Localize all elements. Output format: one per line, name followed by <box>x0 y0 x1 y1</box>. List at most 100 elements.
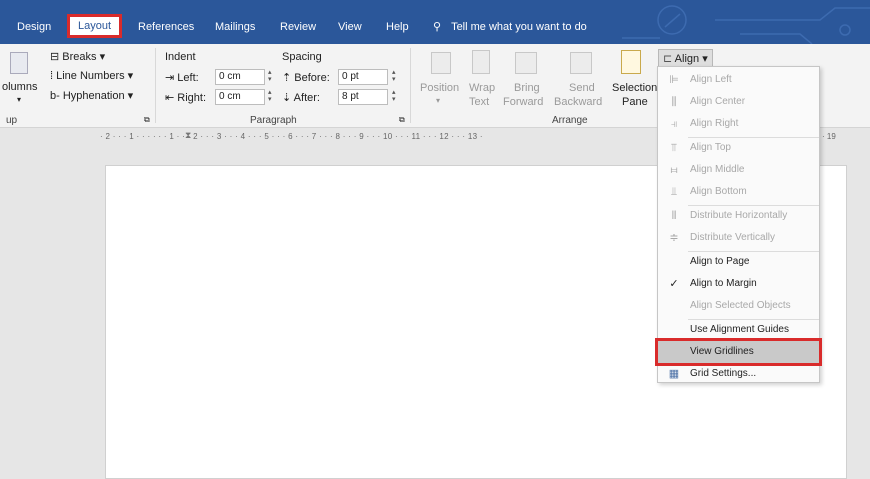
grid-icon: ▦ <box>668 368 680 380</box>
selection-pane-label: Pane <box>622 96 648 108</box>
distribute-vertical-icon: ≑ <box>669 232 679 244</box>
wrap-button[interactable]: Wrap <box>469 82 495 94</box>
align-center-icon: ⫼ <box>671 96 677 108</box>
tab-references[interactable]: References <box>138 21 194 33</box>
menu-align-center[interactable]: ⫼ Align Center <box>658 91 819 113</box>
indent-right-field[interactable]: 0 cm <box>215 89 265 105</box>
tab-view[interactable]: View <box>338 21 362 33</box>
circuit-decoration <box>622 5 870 44</box>
line-numbers-button[interactable]: ⁞ Line Numbers ▾ <box>50 69 133 82</box>
indent-left-field[interactable]: 0 cm <box>215 69 265 85</box>
align-middle-icon: ⧦ <box>670 164 678 176</box>
menu-label: Align Right <box>690 118 739 129</box>
spacing-before-spinner-icon[interactable]: ▴ ▾ <box>392 69 396 83</box>
ruler-ticks: · 2 · · · 1 · · · · · · 1 · · · 2 · · · … <box>100 132 483 141</box>
menu-label: Grid Settings... <box>690 368 757 379</box>
selection-button[interactable]: Selection <box>612 82 657 94</box>
tab-mailings[interactable]: Mailings <box>215 21 255 33</box>
menu-distribute-vertically[interactable]: ≑ Distribute Vertically <box>658 227 819 249</box>
menu-view-gridlines[interactable]: View Gridlines <box>655 338 822 366</box>
indent-marker-icon[interactable]: ⧗ <box>185 130 191 141</box>
align-label: Align <box>674 53 700 65</box>
menu-align-to-page[interactable]: Align to Page <box>658 251 819 273</box>
menu-label: Align to Page <box>690 256 750 267</box>
columns-icon <box>10 52 28 74</box>
spacing-after-field[interactable]: 8 pt <box>338 89 388 105</box>
indent-right-label: ⇤ Right: <box>165 91 206 104</box>
spacing-after-text: After: <box>293 92 320 104</box>
tab-design[interactable]: Design <box>17 21 51 33</box>
spacing-label: Spacing <box>282 51 322 63</box>
wrap-text-icon <box>472 50 490 74</box>
menu-label: Align Left <box>690 74 732 85</box>
menu-align-selected-objects[interactable]: Align Selected Objects <box>658 295 819 317</box>
menu-align-left[interactable]: ⊫ Align Left <box>658 69 819 91</box>
indent-right-text: Right: <box>177 92 207 104</box>
paragraph-launcher-icon[interactable]: ⧉ <box>399 115 405 125</box>
send-backward-label: Backward <box>554 96 603 108</box>
menu-align-right[interactable]: ⫣ Align Right <box>658 113 819 135</box>
position-button[interactable]: Position <box>420 82 459 94</box>
menu-use-alignment-guides[interactable]: Use Alignment Guides <box>658 319 819 341</box>
breaks-icon: ⊟ <box>50 51 63 63</box>
paragraph-group-label: Paragraph <box>250 115 297 126</box>
tab-help[interactable]: Help <box>386 21 409 33</box>
menu-align-middle[interactable]: ⧦ Align Middle <box>658 159 819 181</box>
menu-label: View Gridlines <box>690 346 754 357</box>
hyphenation-button[interactable]: b‑ Hyphenation ▾ <box>50 89 133 102</box>
align-icon: ⊏ <box>663 53 675 65</box>
indent-left-spinner-icon[interactable]: ▴ ▾ <box>268 69 272 83</box>
align-right-icon: ⫣ <box>670 118 678 130</box>
align-left-icon: ⊫ <box>669 74 679 86</box>
tell-me-search[interactable]: ⚲ Tell me what you want to do <box>433 20 587 33</box>
hyphenation-label: Hyphenation <box>62 90 125 102</box>
bring-forward-label: Forward <box>503 96 544 108</box>
spacing-after-spinner-icon[interactable]: ▴ ▾ <box>392 89 396 103</box>
menu-align-bottom[interactable]: ⫫ Align Bottom <box>658 181 819 203</box>
send-button[interactable]: Send <box>569 82 595 94</box>
indent-right-icon: ⇤ <box>165 92 178 104</box>
tab-review[interactable]: Review <box>280 21 316 33</box>
menu-align-to-margin[interactable]: ✓ Align to Margin <box>658 273 819 295</box>
divider <box>410 48 411 123</box>
bring-forward-icon <box>515 52 537 74</box>
spacing-before-field[interactable]: 0 pt <box>338 69 388 85</box>
indent-right-spinner-icon[interactable]: ▴ ▾ <box>268 89 272 103</box>
columns-button[interactable]: olumns <box>2 81 37 93</box>
menu-label: Align Selected Objects <box>690 300 791 311</box>
menu-label: Align Bottom <box>690 186 747 197</box>
align-dropdown-menu: ⊫ Align Left ⫼ Align Center ⫣ Align Right ⫪… <box>655 66 822 385</box>
ruler-ticks-end: · 19 <box>822 132 836 141</box>
divider <box>155 48 156 123</box>
hyphenation-icon: b‑ <box>50 90 63 102</box>
page-setup-launcher-icon[interactable]: ⧉ <box>144 115 150 125</box>
indent-left-icon: ⇥ <box>165 72 178 84</box>
align-bottom-icon: ⫫ <box>670 186 678 198</box>
menu-label: Distribute Horizontally <box>690 210 788 221</box>
position-chevron-icon: ▾ <box>436 96 441 105</box>
bring-button[interactable]: Bring <box>514 82 540 94</box>
menu-grid-settings[interactable]: ▦ Grid Settings... <box>658 363 819 385</box>
send-backward-icon <box>570 52 592 74</box>
position-icon <box>431 52 451 74</box>
line-numbers-label: Line Numbers <box>56 70 125 82</box>
menu-distribute-horizontally[interactable]: ⫴ Distribute Horizontally <box>658 205 819 227</box>
menu-label: Distribute Vertically <box>690 232 776 243</box>
spacing-before-icon: ⇡ <box>282 72 295 84</box>
menu-align-top[interactable]: ⫪ Align Top <box>658 137 819 159</box>
lightbulb-icon: ⚲ <box>433 21 442 33</box>
spacing-after-icon: ⇣ <box>282 92 294 104</box>
menu-label: Use Alignment Guides <box>690 324 789 335</box>
menu-label: Align Top <box>690 142 731 153</box>
tell-me-label: Tell me what you want to do <box>451 21 587 33</box>
indent-left-text: Left: <box>177 72 199 84</box>
selection-pane-icon <box>621 50 641 74</box>
menu-label: Align Middle <box>690 164 745 175</box>
tab-layout[interactable]: Layout <box>66 14 123 38</box>
align-top-icon: ⫪ <box>670 142 678 154</box>
checkmark-icon: ✓ <box>669 278 679 290</box>
breaks-button[interactable]: ⊟ Breaks ▾ <box>50 50 105 63</box>
menu-label: Align Center <box>690 96 746 107</box>
menu-label: Align to Margin <box>690 278 757 289</box>
indent-left-label: ⇥ Left: <box>165 71 199 84</box>
